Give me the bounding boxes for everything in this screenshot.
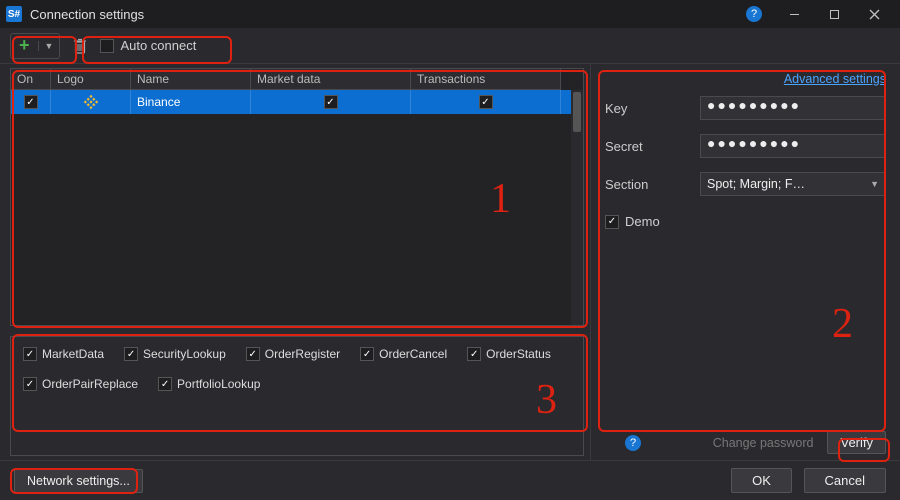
section-label: Section xyxy=(605,177,700,192)
binance-icon xyxy=(82,93,100,111)
col-on[interactable]: On xyxy=(11,69,51,90)
titlebar: S# Connection settings ? xyxy=(0,0,900,28)
minimize-button[interactable] xyxy=(774,0,814,28)
secret-label: Secret xyxy=(605,139,700,154)
feature-item[interactable]: OrderRegister xyxy=(246,347,340,361)
toolbar: + ▼ Auto connect xyxy=(0,28,900,64)
col-transactions[interactable]: Transactions xyxy=(411,69,561,90)
section-select[interactable]: Spot; Margin; F… ▼ xyxy=(700,172,886,196)
dialog-footer: Network settings... OK Cancel xyxy=(0,460,900,500)
ok-button[interactable]: OK xyxy=(731,468,792,493)
feature-item[interactable]: OrderCancel xyxy=(360,347,447,361)
feature-item[interactable]: MarketData xyxy=(23,347,104,361)
col-name[interactable]: Name xyxy=(131,69,251,90)
demo-label: Demo xyxy=(625,214,660,229)
app-logo: S# xyxy=(6,6,22,22)
key-label: Key xyxy=(605,101,700,116)
grid-row[interactable]: Binance xyxy=(11,90,583,114)
delete-connection-button[interactable] xyxy=(66,33,94,59)
chevron-down-icon: ▼ xyxy=(870,179,879,189)
network-settings-button[interactable]: Network settings... xyxy=(14,469,143,493)
properties-panel: Advanced settings Key ●●●●●●●●● Secret ●… xyxy=(590,64,900,460)
window-title: Connection settings xyxy=(30,7,746,22)
auto-connect-label: Auto connect xyxy=(120,38,196,53)
grid-scrollbar[interactable] xyxy=(571,90,583,325)
advanced-settings-link[interactable]: Advanced settings xyxy=(605,72,886,86)
col-marketdata[interactable]: Market data xyxy=(251,69,411,90)
plus-icon: + xyxy=(11,35,38,56)
feature-item[interactable]: SecurityLookup xyxy=(124,347,226,361)
auto-connect-toggle[interactable]: Auto connect xyxy=(100,33,196,59)
secret-input[interactable]: ●●●●●●●●● xyxy=(700,134,886,158)
cancel-button[interactable]: Cancel xyxy=(804,468,886,493)
change-password-link[interactable]: Change password xyxy=(713,436,814,450)
row-transactions-checkbox[interactable] xyxy=(479,95,493,109)
close-button[interactable] xyxy=(854,0,894,28)
row-logo-cell xyxy=(51,90,131,114)
key-input[interactable]: ●●●●●●●●● xyxy=(700,96,886,120)
auto-connect-checkbox[interactable] xyxy=(100,39,114,53)
annotation-number: 2 xyxy=(832,300,853,348)
feature-item[interactable]: OrderStatus xyxy=(467,347,551,361)
verify-button[interactable]: Verify xyxy=(827,431,886,454)
col-logo[interactable]: Logo xyxy=(51,69,131,90)
annotation-number: 3 xyxy=(536,376,557,424)
feature-item[interactable]: OrderPairReplace xyxy=(23,377,138,391)
demo-toggle[interactable]: Demo xyxy=(605,214,886,229)
chevron-down-icon[interactable]: ▼ xyxy=(38,41,60,51)
feature-item[interactable]: PortfolioLookup xyxy=(158,377,260,391)
help-icon[interactable]: ? xyxy=(746,6,762,22)
grid-header: On Logo Name Market data Transactions xyxy=(11,69,583,90)
features-panel: MarketData SecurityLookup OrderRegister … xyxy=(10,336,584,456)
row-on-checkbox[interactable] xyxy=(24,95,38,109)
add-connection-button[interactable]: + ▼ xyxy=(10,33,60,59)
row-name: Binance xyxy=(131,90,251,114)
annotation-number: 1 xyxy=(490,175,511,223)
row-marketdata-checkbox[interactable] xyxy=(324,95,338,109)
help-icon[interactable]: ? xyxy=(625,435,641,451)
maximize-button[interactable] xyxy=(814,0,854,28)
demo-checkbox[interactable] xyxy=(605,215,619,229)
